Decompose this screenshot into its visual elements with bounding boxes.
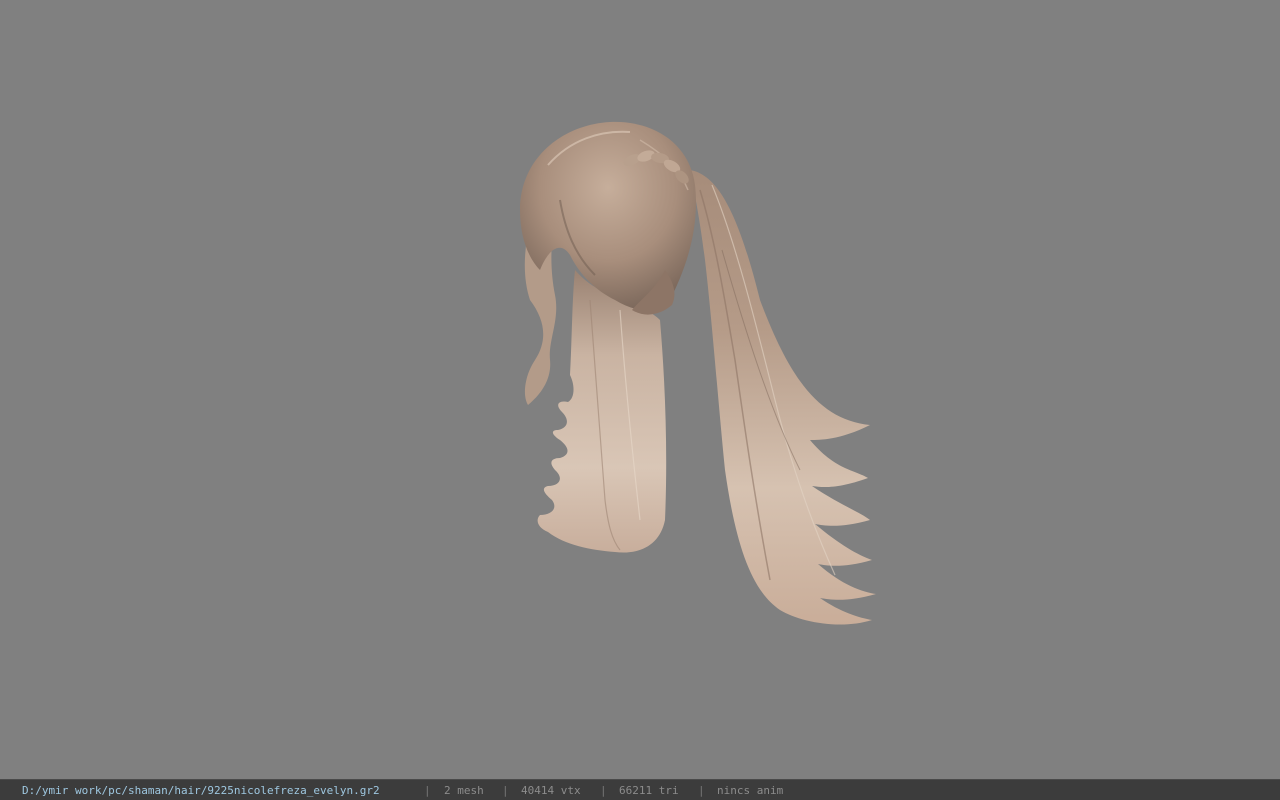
mesh-count: 2 mesh xyxy=(444,784,484,797)
hair-model-render xyxy=(520,121,876,625)
status-bar: D:/ymir work/pc/shaman/hair/9225nicolefr… xyxy=(0,779,1280,800)
triangle-count: 66211 tri xyxy=(619,784,679,797)
vertex-count: 40414 vtx xyxy=(521,784,581,797)
separator: | xyxy=(502,784,509,797)
separator: | xyxy=(424,784,431,797)
file-path: D:/ymir work/pc/shaman/hair/9225nicolefr… xyxy=(22,784,380,797)
3d-viewport[interactable] xyxy=(0,0,1280,779)
right-ponytail xyxy=(690,170,876,625)
animation-status: nincs anim xyxy=(717,784,784,797)
separator: | xyxy=(600,784,607,797)
separator: | xyxy=(698,784,705,797)
